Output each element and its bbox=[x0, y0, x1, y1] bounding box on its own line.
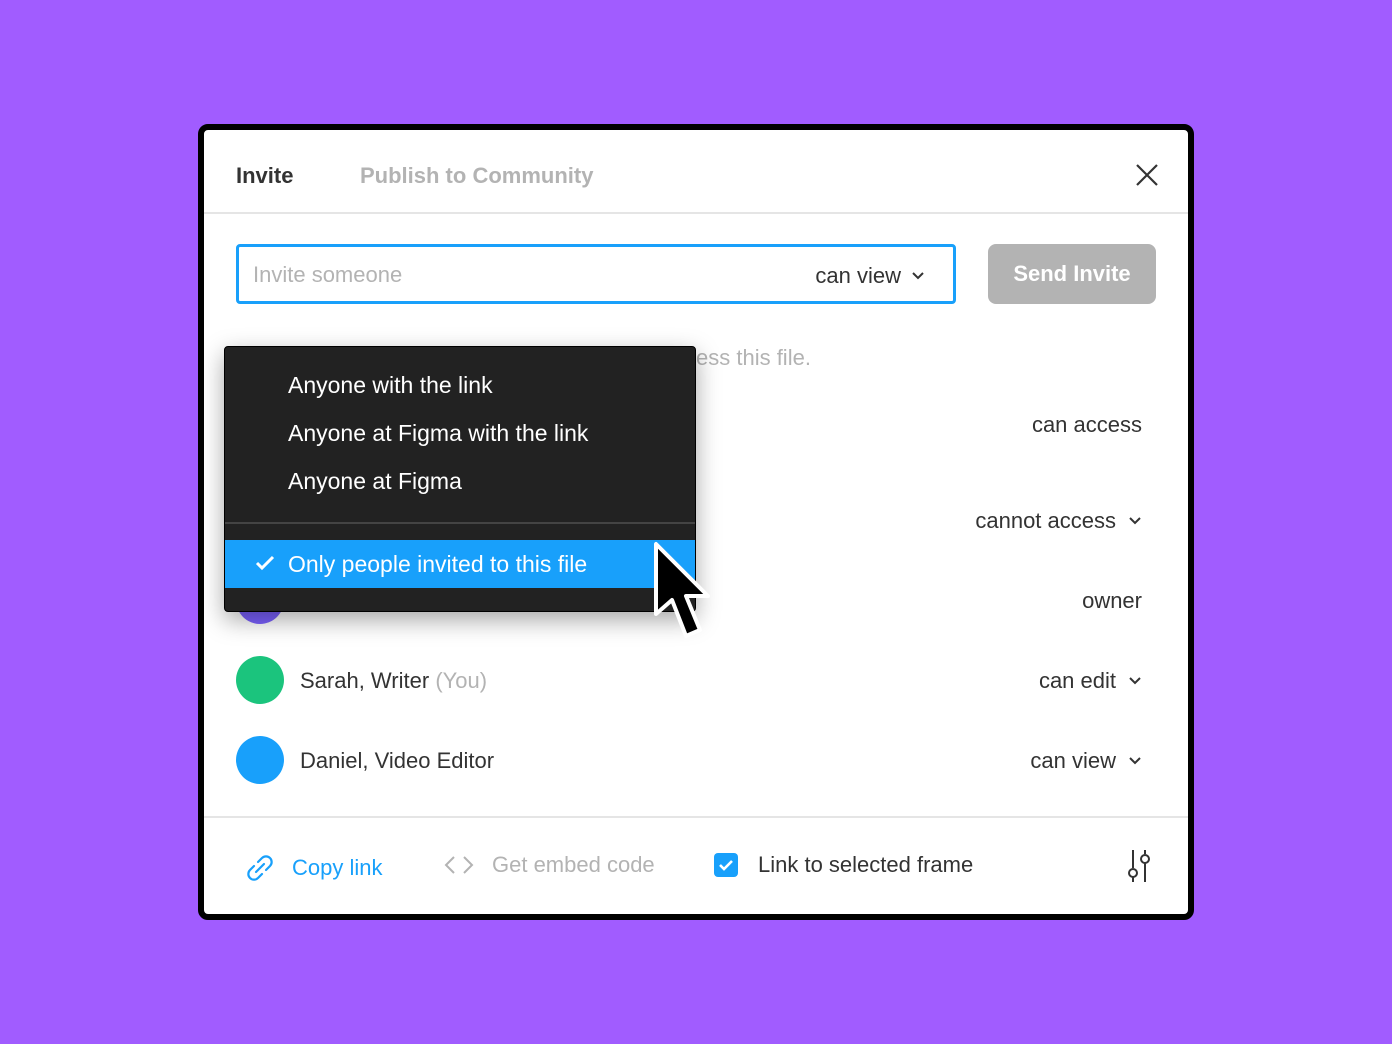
dropdown-divider bbox=[225, 522, 695, 524]
member-permission-select[interactable]: can edit bbox=[1039, 668, 1142, 694]
dropdown-option-selected[interactable]: Only people invited to this file bbox=[225, 540, 695, 588]
access-permission-label: can access bbox=[1031, 412, 1142, 437]
chevron-down-icon bbox=[1129, 757, 1141, 765]
check-icon bbox=[719, 860, 733, 871]
code-icon bbox=[444, 856, 474, 874]
avatar bbox=[236, 656, 284, 704]
dropdown-option[interactable]: Anyone with the link bbox=[225, 361, 695, 409]
member-permission: owner bbox=[1082, 588, 1142, 614]
option-label: Anyone with the link bbox=[288, 372, 493, 398]
link-icon bbox=[247, 855, 273, 881]
tab-invite[interactable]: Invite bbox=[236, 163, 293, 189]
you-label: (You) bbox=[435, 668, 488, 693]
access-permission-select[interactable]: cannot access bbox=[975, 508, 1142, 534]
link-to-frame-option: Link to selected frame bbox=[714, 852, 973, 878]
member-name: Daniel, Video Editor bbox=[300, 748, 495, 773]
invite-permission-select[interactable]: can view bbox=[815, 263, 925, 289]
chevron-down-icon bbox=[912, 272, 924, 280]
close-icon[interactable] bbox=[1132, 160, 1162, 190]
chevron-down-icon bbox=[1129, 677, 1141, 685]
link-to-frame-checkbox[interactable] bbox=[714, 853, 738, 877]
option-label: Anyone at Figma bbox=[288, 468, 462, 494]
invite-permission-label: can view bbox=[815, 263, 901, 288]
chevron-down-icon bbox=[1129, 517, 1141, 525]
link-to-frame-label: Link to selected frame bbox=[758, 852, 974, 877]
member-permission-select[interactable]: can view bbox=[1030, 748, 1142, 774]
member-permission-label: can edit bbox=[1038, 668, 1116, 693]
option-label: Only people invited to this file bbox=[288, 551, 588, 577]
access-row-permission: can access bbox=[1032, 412, 1142, 438]
member-permission-label: can view bbox=[1030, 748, 1116, 773]
access-permission-label: cannot access bbox=[975, 508, 1116, 533]
settings-sliders-icon[interactable] bbox=[1124, 848, 1154, 884]
member-name: Sarah, Writer (You) bbox=[300, 668, 487, 694]
send-invite-button[interactable]: Send Invite bbox=[988, 244, 1156, 304]
get-embed-code-button[interactable]: Get embed code bbox=[444, 852, 655, 878]
helper-text: ess this file. bbox=[696, 345, 811, 370]
member-permission-label: owner bbox=[1082, 588, 1142, 613]
dialog-header: Invite Publish to Community bbox=[204, 130, 1188, 214]
check-icon bbox=[255, 555, 275, 571]
dropdown-option[interactable]: Anyone at Figma bbox=[225, 457, 695, 505]
invite-field: can view bbox=[236, 244, 956, 304]
avatar bbox=[236, 736, 284, 784]
dropdown-option[interactable]: Anyone at Figma with the link bbox=[225, 409, 695, 457]
copy-link-label: Copy link bbox=[292, 855, 383, 880]
copy-link-button[interactable]: Copy link bbox=[244, 852, 382, 884]
option-label: Anyone at Figma with the link bbox=[288, 420, 589, 446]
invite-input[interactable] bbox=[251, 247, 775, 303]
member-name-text: Sarah, Writer bbox=[300, 668, 430, 693]
dialog-footer: Copy link Get embed code Link to selecte… bbox=[204, 816, 1188, 914]
tab-publish-to-community[interactable]: Publish to Community bbox=[360, 163, 593, 189]
embed-label: Get embed code bbox=[492, 852, 655, 877]
link-access-dropdown: Anyone with the link Anyone at Figma wit… bbox=[224, 346, 696, 612]
mouse-pointer-icon bbox=[654, 542, 710, 638]
